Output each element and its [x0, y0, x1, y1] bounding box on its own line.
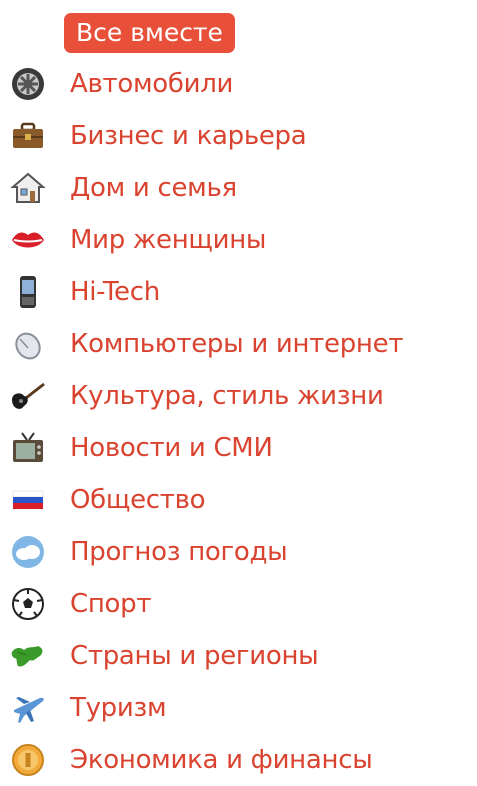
category-label: Общество [70, 485, 206, 515]
category-item-home[interactable]: Дом и семья [0, 162, 477, 214]
category-label: Мир женщины [70, 225, 267, 255]
category-item-culture[interactable]: Культура, стиль жизни [0, 370, 477, 422]
category-label: Прогноз погоды [70, 537, 288, 567]
lips-icon [12, 232, 44, 248]
category-label: Автомобили [70, 69, 234, 99]
tv-icon [13, 432, 43, 462]
guitar-icon [12, 382, 45, 409]
weather-cloud-icon [12, 536, 44, 568]
category-item-weather[interactable]: Прогноз погоды [0, 526, 477, 578]
category-label: Hi-Tech [70, 277, 160, 307]
world-map-icon [11, 646, 43, 667]
category-menu: Все вместе Автомобили Бизнес и карьера Д… [0, 0, 477, 778]
coin-icon [12, 744, 44, 776]
soccer-ball-icon [12, 588, 44, 620]
category-item-sport[interactable]: Спорт [0, 578, 477, 630]
briefcase-icon [13, 122, 43, 148]
mobile-phone-icon [20, 276, 36, 308]
category-item-women[interactable]: Мир женщины [0, 214, 477, 266]
category-label: Культура, стиль жизни [70, 381, 384, 411]
category-label: Экономика и финансы [70, 745, 373, 775]
category-label: Компьютеры и интернет [70, 329, 404, 359]
category-label: Страны и регионы [70, 641, 319, 671]
category-label: Бизнес и карьера [70, 121, 307, 151]
airplane-icon [14, 697, 44, 723]
category-item-news[interactable]: Новости и СМИ [0, 422, 477, 474]
category-item-hitech[interactable]: Hi-Tech [0, 266, 477, 318]
category-item-business[interactable]: Бизнес и карьера [0, 110, 477, 162]
category-label: Дом и семья [70, 173, 237, 203]
category-item-economy[interactable]: Экономика и финансы [0, 734, 477, 786]
house-icon [10, 172, 46, 203]
category-item-cars[interactable]: Автомобили [0, 58, 477, 110]
computer-mouse-icon [15, 332, 41, 360]
russian-flag-icon [12, 490, 44, 509]
category-item-computers[interactable]: Компьютеры и интернет [0, 318, 477, 370]
category-label: Туризм [70, 693, 167, 723]
category-label: Спорт [70, 589, 152, 619]
category-label: Новости и СМИ [70, 433, 273, 463]
category-item-tourism[interactable]: Туризм [0, 682, 477, 734]
category-item-countries[interactable]: Страны и регионы [0, 630, 477, 682]
all-categories-button[interactable]: Все вместе [64, 13, 235, 53]
category-item-society[interactable]: Общество [0, 474, 477, 526]
car-wheel-icon [12, 68, 44, 100]
